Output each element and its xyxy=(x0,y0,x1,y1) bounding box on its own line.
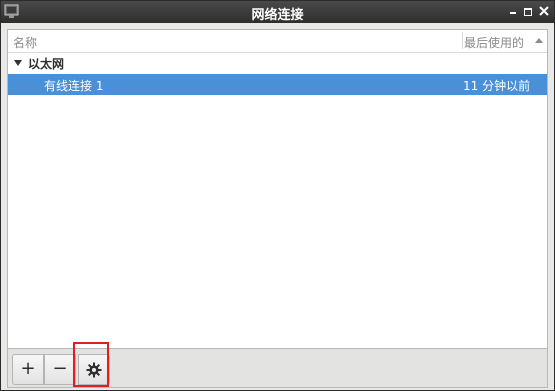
minimize-icon xyxy=(510,12,516,14)
expander-down-icon[interactable] xyxy=(14,60,22,66)
connection-list[interactable]: 名称 最后使用的 以太网 有线连接 1 11 分钟以前 xyxy=(7,29,548,349)
remove-connection-button[interactable]: − xyxy=(44,354,76,385)
highlight-box xyxy=(73,342,109,387)
column-header-last-used[interactable]: 最后使用的 xyxy=(464,34,524,51)
connection-name: 有线连接 1 xyxy=(44,79,104,93)
group-row-ethernet[interactable]: 以太网 xyxy=(8,53,547,73)
column-header-name[interactable]: 名称 xyxy=(13,34,37,51)
column-divider[interactable] xyxy=(462,32,463,49)
connection-last-used: 11 分钟以前 xyxy=(463,79,531,93)
network-connections-window: 网络连接 名称 最后使用的 以太网 有线连接 1 11 分钟以前 + − xyxy=(0,0,555,391)
sort-ascending-icon[interactable] xyxy=(535,38,543,43)
close-icon xyxy=(539,6,549,16)
maximize-icon xyxy=(524,8,532,16)
title-bar[interactable]: 网络连接 xyxy=(1,1,554,23)
add-connection-button[interactable]: + xyxy=(12,354,44,385)
group-label: 以太网 xyxy=(28,57,65,71)
list-header: 名称 最后使用的 xyxy=(8,30,547,53)
connection-row[interactable]: 有线连接 1 11 分钟以前 xyxy=(8,74,547,95)
maximize-button[interactable] xyxy=(520,3,536,19)
close-button[interactable] xyxy=(536,3,552,19)
window-title: 网络连接 xyxy=(251,8,304,23)
minimize-button[interactable] xyxy=(505,3,521,19)
